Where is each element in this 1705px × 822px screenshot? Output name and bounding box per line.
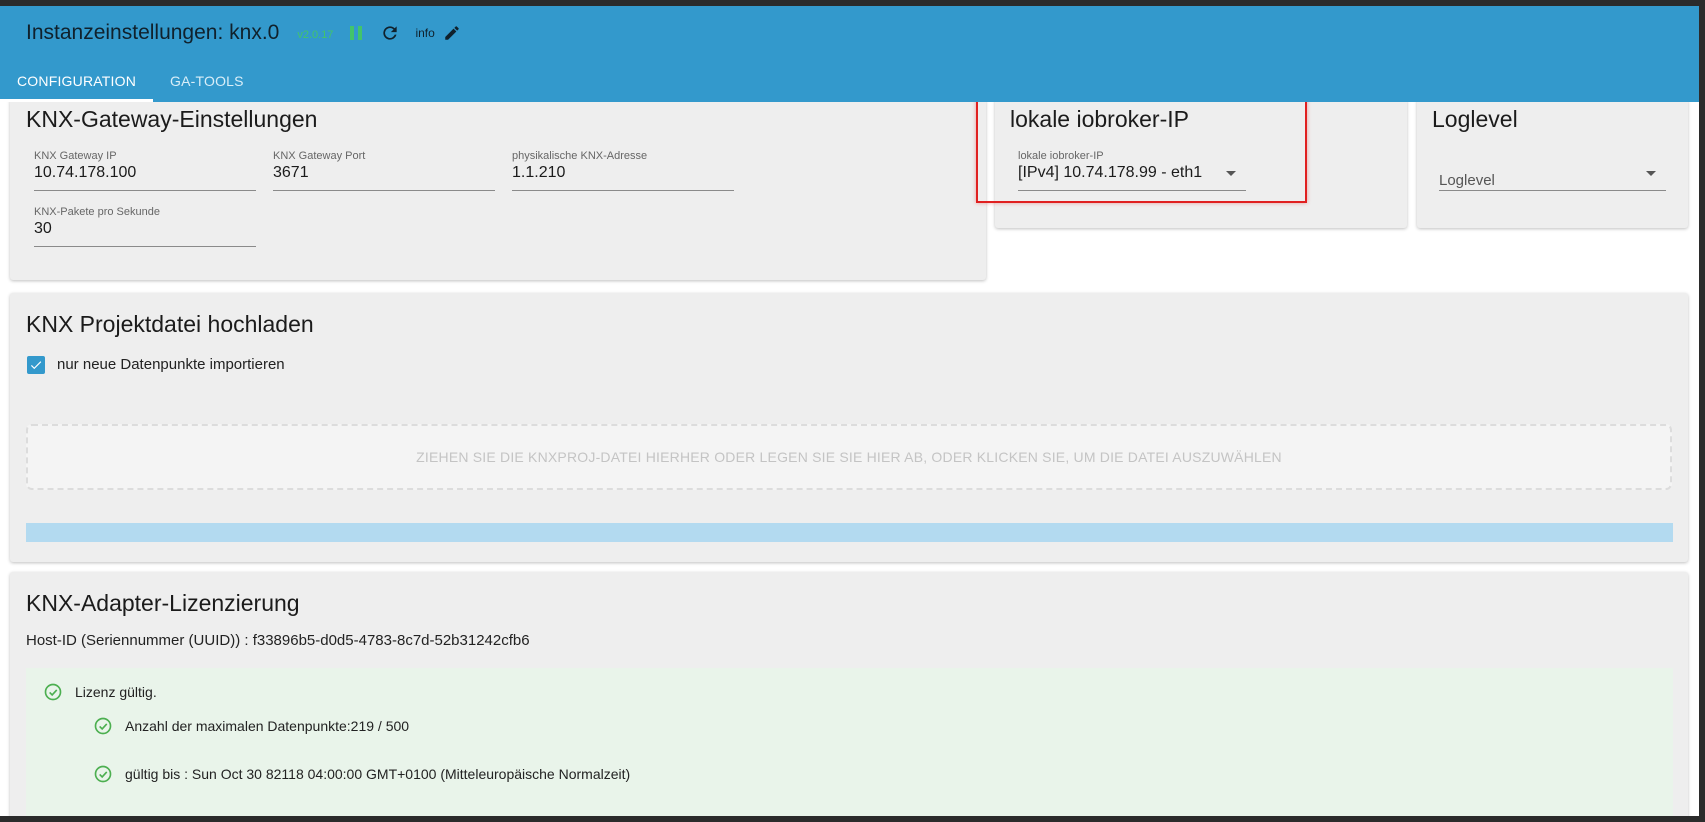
page-title: Instanzeinstellungen: knx.0 xyxy=(26,21,280,44)
max-datapoints-row: Anzahl der maximalen Datenpunkte:219 / 5… xyxy=(93,716,409,736)
gateway-port-value: 3671 xyxy=(273,164,309,181)
check-circle-icon xyxy=(94,717,112,735)
knx-address-field[interactable]: physikalische KNX-Adresse 1.1.210 xyxy=(512,150,734,191)
gateway-ip-label: KNX Gateway IP xyxy=(34,150,117,162)
gateway-port-label: KNX Gateway Port xyxy=(273,150,366,162)
gateway-port-field[interactable]: KNX Gateway Port 3671 xyxy=(273,150,495,191)
info-label[interactable]: info xyxy=(415,26,434,40)
title-row: Instanzeinstellungen: knx.0 v2.0.17 info xyxy=(26,18,463,48)
check-circle-icon xyxy=(94,765,112,783)
highlight-box xyxy=(976,102,1307,203)
upload-progress-bar xyxy=(26,523,1673,542)
loglevel-select[interactable]: Loglevel xyxy=(1439,150,1666,191)
license-status-box: Lizenz gültig. Anzahl der maximalen Date… xyxy=(26,668,1673,816)
file-dropzone[interactable]: ZIEHEN SIE DIE KNXPROJ-DATEI HIERHER ODE… xyxy=(26,424,1672,490)
gateway-ip-value: 10.74.178.100 xyxy=(34,164,137,181)
license-valid-row: Lizenz gültig. xyxy=(43,682,157,702)
license-title: KNX-Adapter-Lizenzierung xyxy=(26,590,300,616)
tab-ga-tools[interactable]: GA-TOOLS xyxy=(153,60,261,102)
tab-bar: CONFIGURATION GA-TOOLS xyxy=(0,60,261,102)
packets-per-second-value: 30 xyxy=(34,220,52,237)
main-content: KNX-Gateway-Einstellungen KNX Gateway IP… xyxy=(0,102,1699,816)
check-circle-icon xyxy=(44,683,62,701)
license-valid-text: Lizenz gültig. xyxy=(75,684,157,700)
version-badge: v2.0.17 xyxy=(297,29,334,41)
packets-per-second-field[interactable]: KNX-Pakete pro Sekunde 30 xyxy=(34,206,256,247)
knx-address-label: physikalische KNX-Adresse xyxy=(512,150,648,162)
tab-configuration[interactable]: CONFIGURATION xyxy=(0,60,154,102)
loglevel-card: Loglevel Loglevel xyxy=(1417,102,1688,228)
pause-icon[interactable] xyxy=(345,22,367,44)
gateway-ip-field[interactable]: KNX Gateway IP 10.74.178.100 xyxy=(34,150,256,191)
refresh-icon[interactable] xyxy=(379,22,401,44)
loglevel-placeholder: Loglevel xyxy=(1439,172,1495,189)
valid-until-text: gültig bis : Sun Oct 30 82118 04:00:00 G… xyxy=(125,766,631,782)
loglevel-title: Loglevel xyxy=(1432,106,1518,132)
valid-until-row: gültig bis : Sun Oct 30 82118 04:00:00 G… xyxy=(93,764,630,784)
knx-address-value: 1.1.210 xyxy=(512,164,566,181)
host-id-text: Host-ID (Seriennummer (UUID)) : f33896b5… xyxy=(26,632,530,649)
gateway-settings-card: KNX-Gateway-Einstellungen KNX Gateway IP… xyxy=(10,102,986,280)
dropzone-text: ZIEHEN SIE DIE KNXPROJ-DATEI HIERHER ODE… xyxy=(416,449,1282,465)
project-upload-title: KNX Projektdatei hochladen xyxy=(26,311,314,337)
packets-per-second-label: KNX-Pakete pro Sekunde xyxy=(34,206,160,218)
max-datapoints-text: Anzahl der maximalen Datenpunkte:219 / 5… xyxy=(125,718,410,734)
app-window: Instanzeinstellungen: knx.0 v2.0.17 info… xyxy=(0,6,1705,816)
pencil-icon[interactable] xyxy=(441,22,463,44)
import-new-checkbox[interactable] xyxy=(27,356,45,374)
app-header: Instanzeinstellungen: knx.0 v2.0.17 info… xyxy=(0,6,1699,102)
gateway-settings-title: KNX-Gateway-Einstellungen xyxy=(26,106,318,132)
import-new-label[interactable]: nur neue Datenpunkte importieren xyxy=(57,356,285,373)
checkmark-icon xyxy=(30,361,42,370)
chevron-down-icon xyxy=(1646,171,1656,176)
